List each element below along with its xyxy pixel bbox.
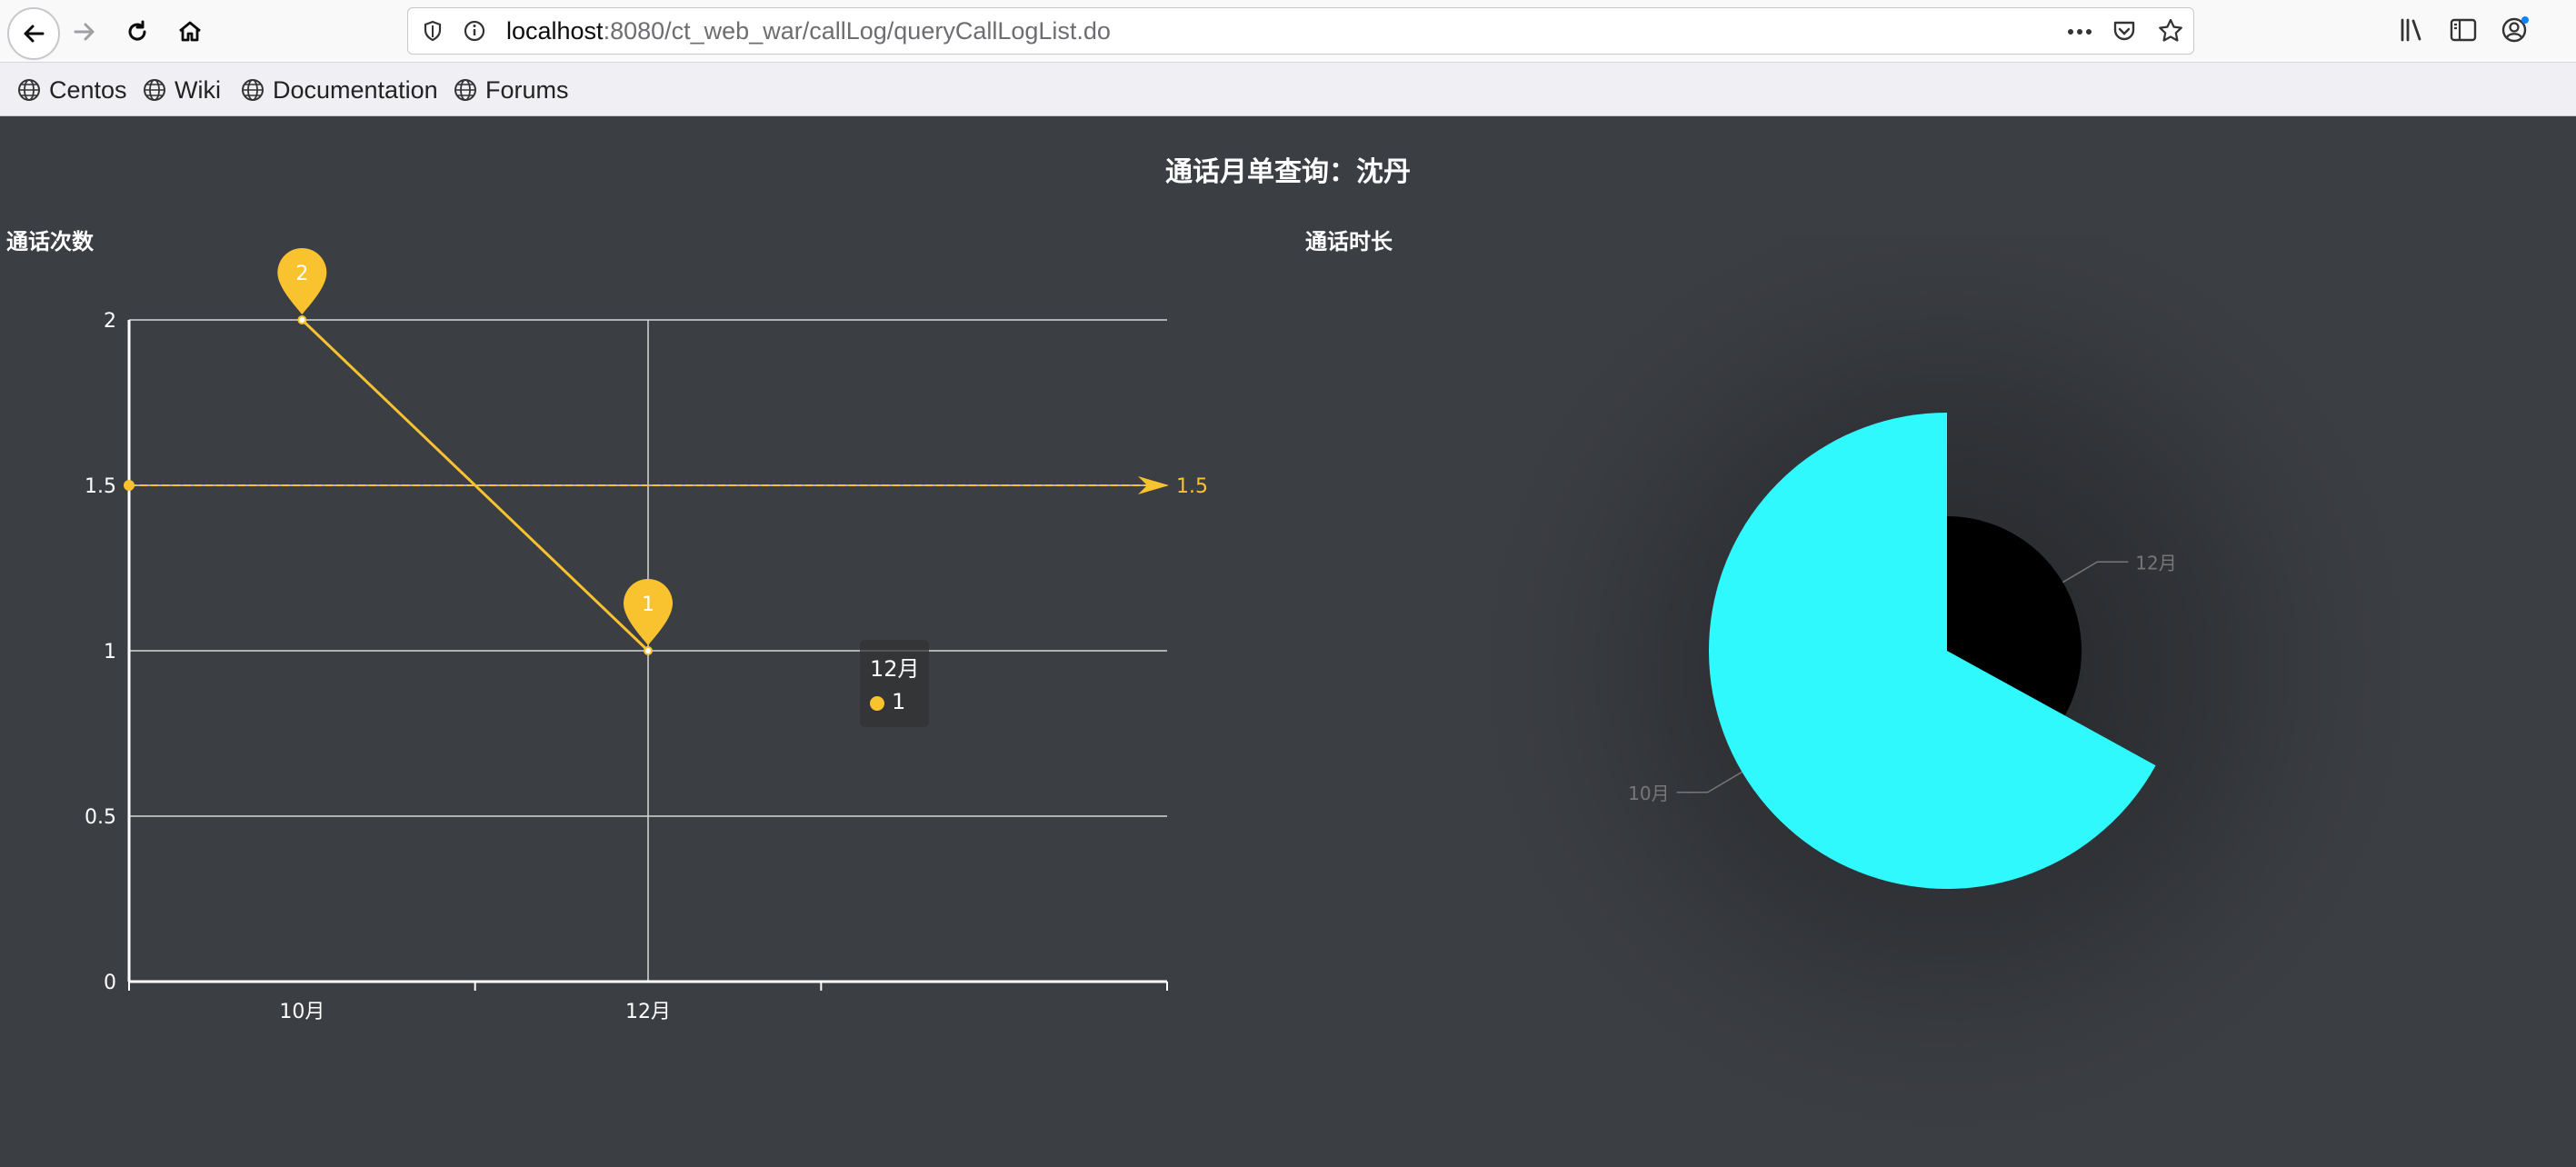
tooltip-value: 1 xyxy=(892,689,906,714)
data-point xyxy=(297,315,307,324)
home-icon xyxy=(179,21,201,42)
y-tick-label: 1.5 xyxy=(85,475,116,498)
globe-icon xyxy=(144,79,165,101)
shield-icon[interactable] xyxy=(421,19,444,43)
more-icon[interactable] xyxy=(2066,23,2093,41)
forward-button[interactable] xyxy=(60,7,109,56)
line-chart: 0 0.5 1 1.5 2 10月 12月 1.5 2 1 xyxy=(85,248,1208,1023)
mark-point-label: 2 xyxy=(295,263,308,285)
globe-icon xyxy=(454,79,476,101)
pocket-icon[interactable] xyxy=(2112,18,2137,44)
home-button[interactable] xyxy=(165,7,215,56)
pie-slice-label: 10月 xyxy=(1628,783,1669,804)
mark-line-label: 1.5 xyxy=(1176,475,1208,498)
data-point xyxy=(644,646,653,655)
globe-icon xyxy=(18,79,40,101)
bookmark-documentation[interactable]: Documentation xyxy=(240,75,438,105)
account-icon[interactable] xyxy=(2500,15,2531,45)
bookmark-label: Forums xyxy=(485,75,569,104)
arrow-left-icon xyxy=(24,25,45,43)
reload-icon xyxy=(128,20,146,41)
bookmark-centos[interactable]: Centos xyxy=(16,75,127,105)
url-path: :8080/ct_web_war/callLog/queryCallLogLis… xyxy=(603,17,1111,45)
y-tick-label: 0 xyxy=(104,972,116,994)
browser-toolbar: localhost:8080/ct_web_war/callLog/queryC… xyxy=(0,0,2576,63)
mark-line-start-dot xyxy=(124,480,135,491)
back-button[interactable] xyxy=(7,7,60,60)
page-title: 通话月单查询：沈丹 xyxy=(1165,156,1411,188)
tooltip-series-dot xyxy=(870,696,884,711)
pie-slice-label: 12月 xyxy=(2135,552,2176,574)
mark-point-label: 1 xyxy=(642,593,654,616)
pie-chart: 12月 10月 xyxy=(1438,236,2456,1145)
bookmark-label: Documentation xyxy=(273,75,438,104)
sidebar-icon[interactable] xyxy=(2449,16,2478,44)
x-tick-label: 10月 xyxy=(279,1001,324,1023)
info-icon[interactable] xyxy=(463,19,486,43)
library-icon[interactable] xyxy=(2398,16,2425,44)
chart-tooltip: 12月 1 xyxy=(860,640,929,727)
url-bar[interactable]: localhost:8080/ct_web_war/callLog/queryC… xyxy=(407,7,2194,55)
bookmark-label: Wiki xyxy=(175,75,221,104)
arrow-right-icon xyxy=(74,23,95,41)
globe-icon xyxy=(242,79,264,101)
y-tick-label: 0.5 xyxy=(85,806,116,829)
bookmark-wiki[interactable]: Wiki xyxy=(142,75,221,105)
bookmark-label: Centos xyxy=(49,75,127,104)
reload-button[interactable] xyxy=(113,7,162,56)
star-icon[interactable] xyxy=(2157,17,2184,45)
bookmark-forums[interactable]: Forums xyxy=(453,75,569,105)
bookmarks-bar: Centos Wiki Documentation Forums xyxy=(0,63,2576,116)
url-text[interactable]: localhost:8080/ct_web_war/callLog/queryC… xyxy=(506,17,1111,45)
tooltip-title: 12月 xyxy=(870,656,920,682)
url-host: localhost xyxy=(506,17,604,45)
y-tick-label: 2 xyxy=(104,310,116,333)
x-tick-label: 12月 xyxy=(625,1001,671,1023)
y-tick-label: 1 xyxy=(104,641,116,663)
